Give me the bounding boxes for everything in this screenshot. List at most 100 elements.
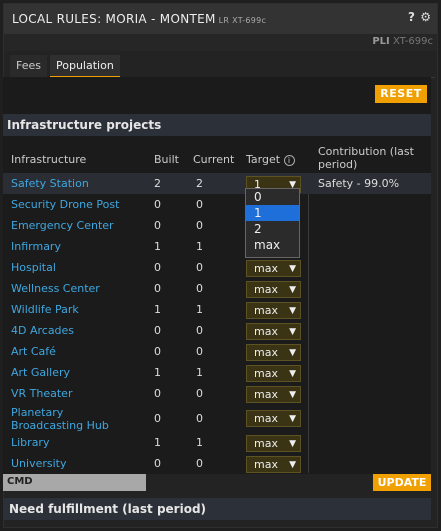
cmd-input[interactable]: CMD <box>3 474 146 491</box>
table-row: Hospital 0 0 max ▼ <box>3 257 431 278</box>
built-value: 1 <box>154 303 161 316</box>
chevron-down-icon: ▼ <box>289 369 296 379</box>
current-value: 0 <box>196 345 203 358</box>
built-value: 0 <box>154 387 161 400</box>
table-row: Security Drone Post 0 0 <box>3 194 431 215</box>
reset-button[interactable]: RESET <box>375 85 427 103</box>
table-row: Infirmary 1 1 <box>3 236 431 257</box>
window-subtitle: LR XT-699c <box>218 16 267 25</box>
target-select[interactable]: max ▼ <box>246 260 301 277</box>
built-value: 0 <box>154 261 161 274</box>
infrastructure-name-link[interactable]: VR Theater <box>11 387 136 400</box>
header-contribution: Contribution (last period) <box>318 145 414 171</box>
infrastructure-name-link[interactable]: Wildlife Park <box>11 303 136 316</box>
table-row: 4D Arcades 0 0 max ▼ <box>3 320 431 341</box>
chevron-down-icon: ▼ <box>289 348 296 358</box>
current-value: 0 <box>196 324 203 337</box>
infrastructure-name-link[interactable]: Hospital <box>11 261 136 274</box>
chevron-down-icon: ▼ <box>289 264 296 274</box>
chevron-down-icon: ▼ <box>289 460 296 470</box>
context-bar: PLI XT-699c <box>4 34 437 51</box>
table-row: Wellness Center 0 0 max ▼ <box>3 278 431 299</box>
title-bar: LOCAL RULES: MORIA - MONTEM LR XT-699c ? … <box>4 4 437 34</box>
built-value: 1 <box>154 366 161 379</box>
tab-population[interactable]: Population <box>50 55 120 78</box>
chevron-down-icon: ▼ <box>289 439 296 449</box>
infrastructure-name-link[interactable]: Art Gallery <box>11 366 136 379</box>
section-title: Infrastructure projects <box>3 114 431 136</box>
context-code[interactable]: PLI XT-699c <box>372 36 433 47</box>
current-value: 0 <box>196 282 203 295</box>
current-value: 0 <box>196 219 203 232</box>
current-value: 0 <box>196 412 203 425</box>
header-target: Target i <box>246 153 295 166</box>
current-value: 0 <box>196 457 203 470</box>
current-value: 1 <box>196 436 203 449</box>
built-value: 0 <box>154 457 161 470</box>
chevron-down-icon: ▼ <box>289 306 296 316</box>
chevron-down-icon: ▼ <box>289 390 296 400</box>
chevron-down-icon: ▼ <box>289 327 296 337</box>
built-value: 0 <box>154 198 161 211</box>
target-select[interactable]: max ▼ <box>246 435 301 452</box>
table-header: Infrastructure Built Current Target i Co… <box>3 145 431 173</box>
header-current: Current <box>193 153 235 166</box>
current-value: 0 <box>196 198 203 211</box>
built-value: 1 <box>154 436 161 449</box>
infrastructure-name-link[interactable]: 4D Arcades <box>11 324 136 337</box>
header-infrastructure: Infrastructure <box>11 153 87 166</box>
chevron-down-icon: ▼ <box>289 285 296 295</box>
update-button[interactable]: UPDATE <box>373 474 431 491</box>
infrastructure-name-link[interactable]: Infirmary <box>11 240 136 253</box>
infrastructure-name-link[interactable]: Art Café <box>11 345 136 358</box>
table-row: Art Café 0 0 max ▼ <box>3 341 431 362</box>
target-dropdown-list[interactable]: 0 1 2 max <box>245 188 300 258</box>
target-select[interactable]: max ▼ <box>246 410 301 427</box>
dropdown-option[interactable]: 2 <box>246 221 299 237</box>
table-row: Library 1 1 max ▼ <box>3 432 431 453</box>
infrastructure-name-link[interactable]: Emergency Center <box>11 219 136 232</box>
built-value: 1 <box>154 240 161 253</box>
target-select[interactable]: max ▼ <box>246 323 301 340</box>
dropdown-option[interactable]: 0 <box>246 189 299 205</box>
gear-icon[interactable]: ⚙ <box>420 10 431 24</box>
table-row: Planetary Broadcasting Hub 0 0 max ▼ <box>3 404 431 432</box>
tab-bar: Fees Population <box>7 55 435 78</box>
current-value: 1 <box>196 303 203 316</box>
contribution-value: Safety - 99.0% <box>318 177 400 190</box>
table-row: Emergency Center 0 0 <box>3 215 431 236</box>
tab-content: RESET Infrastructure projects Infrastruc… <box>3 77 431 474</box>
tab-fees[interactable]: Fees <box>10 55 47 78</box>
current-value: 1 <box>196 366 203 379</box>
info-icon[interactable]: i <box>283 154 295 166</box>
target-select[interactable]: max ▼ <box>246 365 301 382</box>
target-select[interactable]: max ▼ <box>246 281 301 298</box>
window-title: LOCAL RULES: MORIA - MONTEM LR XT-699c <box>12 12 267 26</box>
target-select[interactable]: max ▼ <box>246 344 301 361</box>
dropdown-option[interactable]: max <box>246 237 299 253</box>
help-icon[interactable]: ? <box>408 10 415 24</box>
table-row: Wildlife Park 1 1 max ▼ <box>3 299 431 320</box>
current-value: 0 <box>196 387 203 400</box>
table-row: VR Theater 0 0 max ▼ <box>3 383 431 404</box>
infrastructure-name-link[interactable]: Security Drone Post <box>11 198 136 211</box>
need-fulfillment-header[interactable]: Need fulfillment (last period) <box>3 498 431 520</box>
current-value: 2 <box>196 177 203 190</box>
target-select[interactable]: max ▼ <box>246 456 301 473</box>
infrastructure-name-link[interactable]: Wellness Center <box>11 282 136 295</box>
infrastructure-name-link[interactable]: Library <box>11 436 136 449</box>
table-row: University 0 0 max ▼ <box>3 453 431 474</box>
infrastructure-name-link[interactable]: University <box>11 457 136 470</box>
built-value: 0 <box>154 219 161 232</box>
target-select[interactable]: max ▼ <box>246 302 301 319</box>
header-built: Built <box>154 153 179 166</box>
target-select[interactable]: max ▼ <box>246 386 301 403</box>
table-row: Art Gallery 1 1 max ▼ <box>3 362 431 383</box>
built-value: 0 <box>154 282 161 295</box>
current-value: 0 <box>196 261 203 274</box>
dropdown-option[interactable]: 1 <box>246 205 299 221</box>
built-value: 0 <box>154 345 161 358</box>
infrastructure-name-link[interactable]: Safety Station <box>11 177 136 190</box>
chevron-down-icon: ▼ <box>289 414 296 424</box>
infrastructure-name-link[interactable]: Planetary Broadcasting Hub <box>11 406 136 432</box>
